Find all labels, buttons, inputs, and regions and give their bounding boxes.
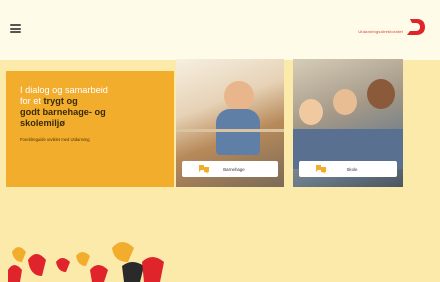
udir-logo-icon (407, 19, 425, 35)
child-photo (224, 81, 254, 111)
hamburger-menu-icon[interactable] (10, 24, 21, 33)
skole-label: Skole (346, 166, 358, 172)
speech-bubbles-icon (199, 165, 209, 174)
speech-bubbles-icon (316, 165, 326, 174)
headline-line2: for et (20, 96, 41, 106)
headline-line1: I dialog og samarbeid (20, 85, 108, 95)
skole-button[interactable]: Skole (299, 161, 397, 177)
barnehage-button[interactable]: Barnehage (182, 161, 278, 177)
student-middle-photo (333, 89, 357, 115)
child-body (216, 109, 260, 155)
decorative-speech-bubbles (8, 242, 164, 282)
skole-card[interactable]: Skole (293, 59, 403, 187)
student-left-photo (299, 99, 323, 125)
barnehage-card[interactable]: Barnehage (176, 59, 284, 187)
headline-bold3: skolemiljø (20, 118, 65, 128)
hero-panel: I dialog og samarbeid for et trygt og go… (6, 71, 174, 187)
hero-headline: I dialog og samarbeid for et trygt og go… (20, 85, 160, 129)
brand-logo[interactable]: Utdanningsdirektoratet (358, 17, 426, 37)
railing (176, 129, 284, 132)
top-bar: Utdanningsdirektoratet (0, 0, 440, 60)
headline-bold1: trygt og (43, 96, 78, 106)
barnehage-label: Barnehage (223, 166, 245, 172)
student-right-photo (367, 79, 395, 109)
headline-bold2: godt barnehage- og (20, 107, 106, 117)
brand-text: Utdanningsdirektoratet (358, 29, 403, 34)
hero-subtitle: Foreldreguide utviklet med Utdanning (20, 137, 90, 142)
